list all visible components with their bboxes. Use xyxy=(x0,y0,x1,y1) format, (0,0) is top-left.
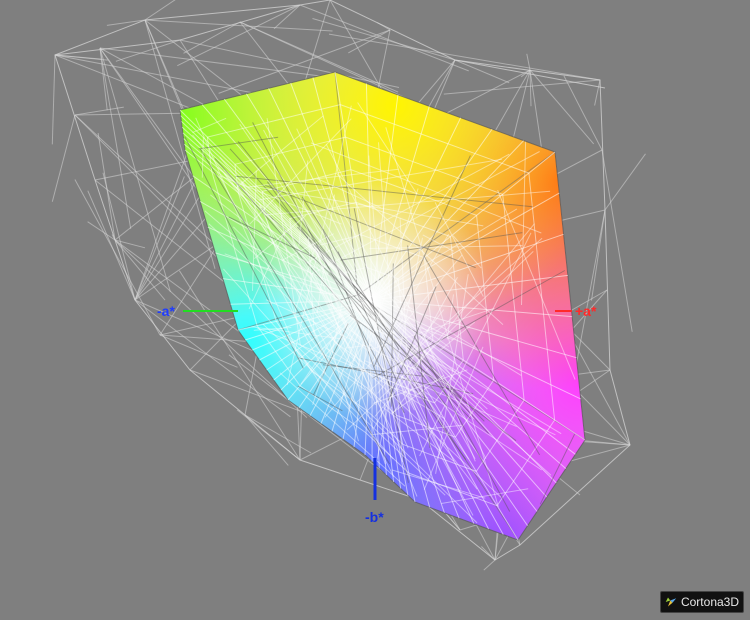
wire-segment xyxy=(604,153,646,211)
wire-segment xyxy=(563,75,603,151)
wire-segment xyxy=(179,39,400,88)
wire-segment xyxy=(483,559,496,571)
wire-segment xyxy=(206,137,209,143)
wire-segment xyxy=(601,149,633,332)
wire-segment xyxy=(591,209,606,301)
cortona-logo-icon xyxy=(665,597,677,607)
wire-segment xyxy=(87,221,116,241)
neg-a-label: -a* xyxy=(157,303,175,319)
wire-segment xyxy=(51,114,76,202)
wire-segment xyxy=(443,79,601,95)
wire-segment xyxy=(236,409,301,461)
wire-segment xyxy=(74,106,124,116)
gamut-diagram[interactable]: -a* +a* -b* xyxy=(0,0,750,620)
wire-segment xyxy=(244,414,289,466)
cortona3d-badge[interactable]: Cortona3D xyxy=(660,591,744,613)
wire-segment xyxy=(234,164,236,170)
wire-segment xyxy=(399,299,402,307)
pos-a-label: +a* xyxy=(575,303,597,319)
wire-segment xyxy=(399,292,401,300)
wire-segment xyxy=(54,54,108,61)
wire-segment xyxy=(594,79,601,106)
wire-segment xyxy=(115,39,181,62)
neg-b-label: -b* xyxy=(365,509,384,525)
wire-segment xyxy=(481,546,496,561)
wire-segment xyxy=(376,22,391,31)
wire-segment xyxy=(99,47,354,81)
wire-segment xyxy=(144,19,333,32)
cortona-brand-text: Cortona3D xyxy=(680,595,739,609)
wire-segment xyxy=(74,179,161,336)
wire-segment xyxy=(51,54,56,145)
wire-segment xyxy=(312,18,456,61)
wire-segment xyxy=(235,168,237,174)
